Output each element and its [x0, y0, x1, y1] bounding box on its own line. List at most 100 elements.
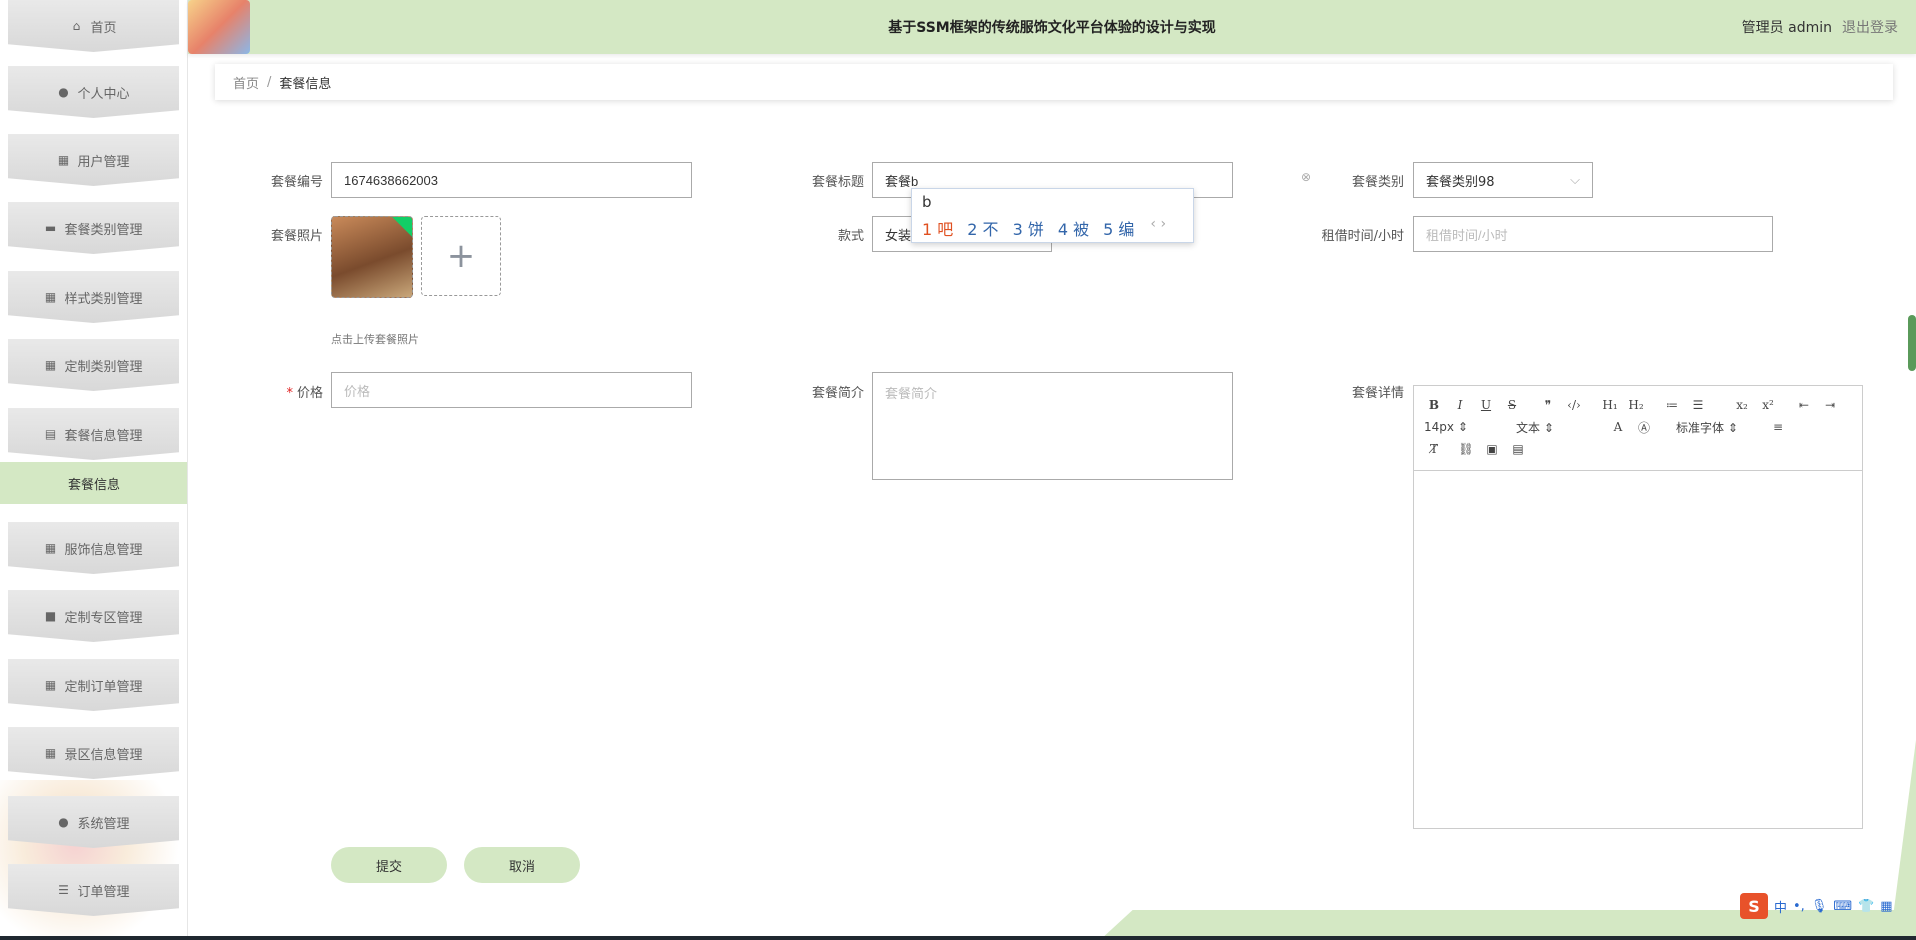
- sidebar-item-scenic-info[interactable]: ▦ 景区信息管理: [8, 727, 179, 779]
- font-color-icon[interactable]: A: [1608, 420, 1628, 434]
- cancel-button[interactable]: 取消: [464, 847, 580, 883]
- ime-candidate-window: b 1 吧 2 不 3 饼 4 被 5 编 ‹ ›: [911, 188, 1194, 243]
- sidebar-item-label: 样式类别管理: [64, 291, 143, 307]
- category-select[interactable]: 套餐类别98 ⌵: [1413, 162, 1593, 198]
- code-input[interactable]: 1674638662003: [331, 162, 692, 198]
- breadcrumb: 首页 / 套餐信息: [215, 64, 1893, 100]
- price-input[interactable]: 价格: [331, 372, 692, 408]
- bold-icon[interactable]: B: [1424, 398, 1444, 412]
- price-label-text: 价格: [296, 386, 323, 401]
- grid-icon: ▦: [44, 358, 57, 372]
- sogou-logo-icon[interactable]: S: [1740, 893, 1768, 919]
- scrollbar-thumb[interactable]: [1908, 315, 1916, 371]
- sidebar-subitem-package-info[interactable]: 套餐信息: [0, 462, 187, 504]
- font-size-select[interactable]: 14px ⇕: [1424, 420, 1516, 434]
- chevron-down-icon: ⌵: [1570, 172, 1580, 188]
- sidebar-item-package-category[interactable]: ▬ 套餐类别管理: [8, 202, 179, 254]
- sidebar-item-style-category[interactable]: ▦ 样式类别管理: [8, 271, 179, 323]
- uploaded-photo[interactable]: [331, 216, 413, 298]
- ime-candidates: 1 吧 2 不 3 饼 4 被 5 编 ‹ ›: [922, 216, 1166, 240]
- text-type-value: 文本: [1516, 420, 1541, 435]
- ime-candidate[interactable]: 3 饼: [1013, 216, 1044, 240]
- ime-candidate[interactable]: 5 编: [1103, 216, 1134, 240]
- video-icon[interactable]: ▤: [1508, 442, 1528, 456]
- breadcrumb-home[interactable]: 首页: [233, 73, 259, 92]
- sidebar-item-package-info[interactable]: ▤ 套餐信息管理: [8, 408, 179, 460]
- underline-icon[interactable]: U: [1476, 398, 1496, 412]
- sidebar-item-label: 定制订单管理: [64, 679, 143, 695]
- plus-icon: +: [446, 236, 476, 276]
- grid-icon: ▦: [44, 541, 57, 555]
- upload-button[interactable]: +: [421, 216, 501, 296]
- subscript-icon[interactable]: x₂: [1732, 398, 1752, 412]
- category-select-value: 套餐类别98: [1426, 174, 1495, 190]
- monitor-icon: ■: [44, 609, 57, 623]
- ime-page-arrows-icon[interactable]: ‹ ›: [1150, 216, 1166, 240]
- grid-icon: ▦: [57, 153, 70, 167]
- sidebar-item-label: 个人中心: [77, 86, 130, 102]
- sidebar-item-label: 套餐信息管理: [64, 428, 143, 444]
- home-icon: ⌂: [72, 19, 81, 33]
- user-icon: ●: [58, 85, 69, 99]
- sidebar-item-label: 订单管理: [77, 884, 130, 900]
- logout-link[interactable]: 退出登录: [1842, 20, 1898, 36]
- intro-textarea[interactable]: 套餐简介: [872, 372, 1233, 480]
- sidebar-item-system[interactable]: ● 系统管理: [8, 796, 179, 848]
- sidebar-item-custom-category[interactable]: ▦ 定制类别管理: [8, 339, 179, 391]
- ordered-list-icon[interactable]: ≔: [1662, 398, 1682, 412]
- image-icon[interactable]: ▣: [1482, 442, 1502, 456]
- sidebar-item-custom-orders[interactable]: ▦ 定制订单管理: [8, 659, 179, 711]
- outdent-icon[interactable]: ⇤: [1794, 398, 1814, 412]
- photo-label: 套餐照片: [270, 229, 323, 244]
- submit-button[interactable]: 提交: [331, 847, 447, 883]
- sidebar-item-clothing-info[interactable]: ▦ 服饰信息管理: [8, 522, 179, 574]
- bullet-list-icon[interactable]: ☰: [1688, 398, 1708, 412]
- sidebar-item-label: 首页: [90, 20, 117, 36]
- link-icon[interactable]: ⛓: [1456, 442, 1476, 456]
- superscript-icon[interactable]: x²: [1758, 398, 1778, 412]
- editor-content[interactable]: [1414, 471, 1862, 828]
- sidebar-subitem-label: 套餐信息: [67, 477, 120, 493]
- briefcase-icon: ▬: [44, 221, 57, 235]
- sidebar-item-custom-zone[interactable]: ■ 定制专区管理: [8, 590, 179, 642]
- ime-candidate[interactable]: 1 吧: [922, 216, 953, 240]
- top-bar: 基于SSM框架的传统服饰文化平台体验的设计与实现 管理员 admin 退出登录: [188, 0, 1916, 54]
- taskbar-edge: [0, 936, 1916, 940]
- strike-icon[interactable]: S: [1502, 398, 1522, 412]
- background-color-icon[interactable]: Ⓐ: [1634, 419, 1654, 436]
- indent-icon[interactable]: ⇥: [1820, 398, 1840, 412]
- rent-input[interactable]: 租借时间/小时: [1413, 216, 1773, 252]
- style-label: 款式: [837, 229, 864, 244]
- breadcrumb-separator: /: [267, 74, 272, 90]
- align-icon[interactable]: ≡: [1768, 420, 1788, 434]
- h2-icon[interactable]: H₂: [1626, 398, 1646, 412]
- rent-label: 租借时间/小时: [1321, 229, 1404, 244]
- clear-format-icon[interactable]: T̸: [1424, 442, 1444, 456]
- ime-candidate[interactable]: 2 不: [967, 216, 998, 240]
- sidebar-item-orders[interactable]: ☰ 订单管理: [8, 864, 179, 916]
- sidebar-item-users[interactable]: ▦ 用户管理: [8, 134, 179, 186]
- font-family-select[interactable]: 标准字体 ⇕: [1676, 419, 1768, 436]
- h1-icon[interactable]: H₁: [1600, 398, 1620, 412]
- detail-label: 套餐详情: [1351, 386, 1404, 401]
- user-area: 管理员 admin 退出登录: [1742, 17, 1898, 37]
- sidebar: ⌂ 首页 ● 个人中心 ▦ 用户管理 ▬ 套餐类别管理 ▦ 样式类别管理 ▦ 定制类别管理 …: [0, 0, 188, 940]
- list-icon: ☰: [58, 883, 69, 897]
- ime-candidate[interactable]: 4 被: [1058, 216, 1089, 240]
- text-type-select[interactable]: 文本 ⇕: [1516, 419, 1608, 436]
- sidebar-item-label: 套餐类别管理: [64, 222, 143, 238]
- italic-icon[interactable]: I: [1450, 398, 1470, 412]
- toolbox-icon[interactable]: ▦: [1880, 899, 1892, 914]
- clear-icon[interactable]: ⊗: [1301, 170, 1315, 184]
- font-family-value: 标准字体: [1676, 420, 1725, 435]
- skin-icon[interactable]: 👕: [1858, 899, 1874, 914]
- ime-lang-indicator[interactable]: 中: [1774, 897, 1787, 916]
- microphone-icon[interactable]: 🎙: [1811, 899, 1828, 914]
- sidebar-item-label: 系统管理: [77, 816, 130, 832]
- keyboard-icon[interactable]: ⌨: [1833, 899, 1852, 914]
- sidebar-item-profile[interactable]: ● 个人中心: [8, 66, 179, 118]
- quote-icon[interactable]: ❞: [1538, 398, 1558, 412]
- code-icon[interactable]: ‹/›: [1564, 398, 1584, 412]
- punctuation-icon[interactable]: •,: [1793, 899, 1805, 914]
- sidebar-item-home[interactable]: ⌂ 首页: [8, 0, 179, 52]
